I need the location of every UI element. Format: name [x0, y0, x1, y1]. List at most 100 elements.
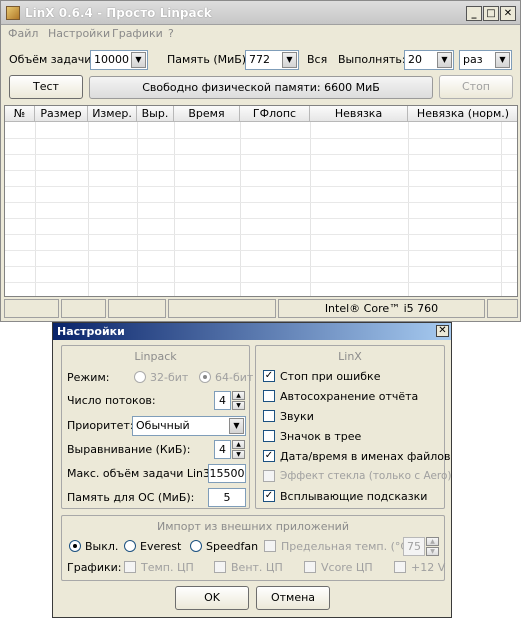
cancel-button[interactable]: Отмена	[256, 586, 330, 610]
minimize-button[interactable]: _	[466, 6, 482, 21]
menu-graphs[interactable]: Графики	[112, 27, 163, 40]
results-table[interactable]: № Размер Измер. Выр. Время ГФлопс Невязк…	[4, 105, 518, 297]
graph-vcore-checkbox[interactable]	[304, 561, 316, 573]
threads-spinner[interactable]: ▲ ▼	[232, 391, 245, 410]
os-memory-input[interactable]: 5	[208, 488, 246, 507]
spin-down-icon[interactable]: ▼	[232, 401, 245, 410]
chevron-down-icon[interactable]: ▼	[229, 418, 244, 434]
settings-title-bar[interactable]: Настройки ✕	[53, 323, 451, 340]
temp-limit-checkbox[interactable]	[264, 540, 276, 552]
import-group-title: Импорт из внешних приложений	[157, 520, 349, 533]
import-off-radio[interactable]	[69, 540, 81, 552]
run-count-combo[interactable]: 20 ▼	[404, 50, 454, 70]
menu-bar: Файл Настройки Графики ?	[1, 25, 520, 43]
column-header-size[interactable]: Размер	[35, 106, 88, 122]
stop-on-error-checkbox[interactable]: ✓	[263, 370, 275, 382]
linx-group-title: LinX	[338, 350, 362, 363]
title-bar[interactable]: LinX 0.6.4 - Просто Linpack _ □ ✕	[1, 1, 520, 25]
datetime-filenames-label: Дата/время в именах файлов	[280, 450, 451, 463]
stop-on-error-label: Стоп при ошибке	[280, 370, 381, 383]
graph-vcore-label: Vcore ЦП	[321, 561, 373, 574]
column-header-residual-norm[interactable]: Невязка (норм.)	[408, 106, 517, 122]
os-memory-label: Память для ОС (МиБ):	[67, 491, 195, 504]
status-panel-1	[4, 299, 59, 318]
temp-limit-spinner[interactable]: ▲ ▼	[426, 537, 439, 556]
test-button[interactable]: Тест	[9, 75, 83, 99]
memory-value: 772	[249, 53, 270, 66]
linx-group: LinX ✓ Стоп при ошибке Автосохранение от…	[255, 345, 452, 509]
cpu-name-status: Intel® Core™ i5 760	[278, 299, 485, 318]
sounds-checkbox[interactable]	[263, 410, 275, 422]
close-button[interactable]: ✕	[500, 6, 516, 21]
column-header-measure[interactable]: Измер.	[88, 106, 137, 122]
import-speedfan-radio[interactable]	[190, 540, 202, 552]
memory-combo[interactable]: 772 ▼	[245, 50, 299, 70]
memory-all-label[interactable]: Вся	[307, 53, 327, 66]
mode-32-label: 32-бит	[150, 371, 189, 384]
autosave-report-checkbox[interactable]	[263, 390, 275, 402]
autosave-report-label: Автосохранение отчёта	[280, 390, 419, 403]
graph-cpu-temp-checkbox[interactable]	[124, 561, 136, 573]
status-bar: Intel® Core™ i5 760	[4, 299, 518, 318]
tooltips-label: Всплывающие подсказки	[280, 490, 428, 503]
graph-12v-label: +12 V	[411, 561, 446, 574]
import-group: Импорт из внешних приложений Выкл. Evere…	[61, 515, 445, 581]
spin-up-icon[interactable]: ▲	[232, 440, 245, 449]
chevron-down-icon[interactable]: ▼	[437, 52, 452, 68]
graph-cpu-fan-checkbox[interactable]	[214, 561, 226, 573]
status-panel-6	[487, 299, 518, 318]
problem-size-combo[interactable]: 10000 ▼	[90, 50, 148, 70]
chevron-down-icon[interactable]: ▼	[131, 52, 146, 68]
spin-down-icon[interactable]: ▼	[232, 450, 245, 459]
run-unit-combo[interactable]: раз ▼	[459, 50, 512, 70]
run-count-value: 20	[408, 53, 422, 66]
column-header-align[interactable]: Выр.	[137, 106, 174, 122]
mode-64-radio[interactable]	[199, 371, 211, 383]
run-unit-value: раз	[463, 53, 483, 66]
status-panel-4	[168, 299, 276, 318]
settings-close-button[interactable]: ✕	[436, 325, 449, 337]
memory-label: Память (МиБ):	[167, 53, 250, 66]
tray-icon-checkbox[interactable]	[263, 430, 275, 442]
stop-button[interactable]: Стоп	[439, 75, 513, 99]
chevron-down-icon[interactable]: ▼	[282, 52, 297, 68]
mode-64-label: 64-бит	[215, 371, 254, 384]
problem-size-label: Объём задачи:	[9, 53, 96, 66]
import-everest-radio[interactable]	[124, 540, 136, 552]
threads-input[interactable]: 4	[214, 391, 231, 410]
graph-cpu-fan-label: Вент. ЦП	[231, 561, 283, 574]
column-header-time[interactable]: Время	[174, 106, 240, 122]
column-header-residual[interactable]: Невязка	[310, 106, 408, 122]
graph-12v-checkbox[interactable]	[394, 561, 406, 573]
status-panel-3	[108, 299, 166, 318]
settings-dialog: Настройки ✕ Linpack Режим: 32-бит 64-бит…	[52, 322, 452, 618]
column-header-gflops[interactable]: ГФлопс	[240, 106, 310, 122]
spin-down-icon[interactable]: ▼	[426, 547, 439, 556]
alignment-spinner[interactable]: ▲ ▼	[232, 440, 245, 459]
ok-button[interactable]: OK	[175, 586, 249, 610]
glass-effect-label: Эффект стекла (только с Aero)	[280, 470, 452, 482]
menu-help[interactable]: ?	[168, 27, 174, 40]
priority-label: Приоритет:	[67, 419, 134, 432]
settings-title: Настройки	[57, 325, 125, 338]
mode-32-radio[interactable]	[134, 371, 146, 383]
status-panel-2	[61, 299, 106, 318]
chevron-down-icon[interactable]: ▼	[495, 52, 510, 68]
max-size-input[interactable]: 15500	[208, 464, 246, 483]
tooltips-checkbox[interactable]: ✓	[263, 490, 275, 502]
linpack-group: Linpack Режим: 32-бит 64-бит Число поток…	[61, 345, 254, 509]
spin-up-icon[interactable]: ▲	[232, 391, 245, 400]
column-header-number[interactable]: №	[5, 106, 35, 122]
alignment-input[interactable]: 4	[214, 440, 231, 459]
menu-settings[interactable]: Настройки	[48, 27, 110, 40]
priority-combo[interactable]: Обычный ▼	[132, 416, 246, 436]
spin-up-icon[interactable]: ▲	[426, 537, 439, 546]
import-everest-label: Everest	[140, 540, 182, 553]
temp-limit-input[interactable]: 75	[403, 537, 425, 556]
menu-file[interactable]: Файл	[8, 27, 38, 40]
maximize-button[interactable]: □	[483, 6, 499, 21]
glass-effect-checkbox[interactable]	[263, 470, 275, 482]
run-label: Выполнять:	[338, 53, 406, 66]
graphs-label: Графики:	[67, 561, 122, 574]
datetime-filenames-checkbox[interactable]: ✓	[263, 450, 275, 462]
